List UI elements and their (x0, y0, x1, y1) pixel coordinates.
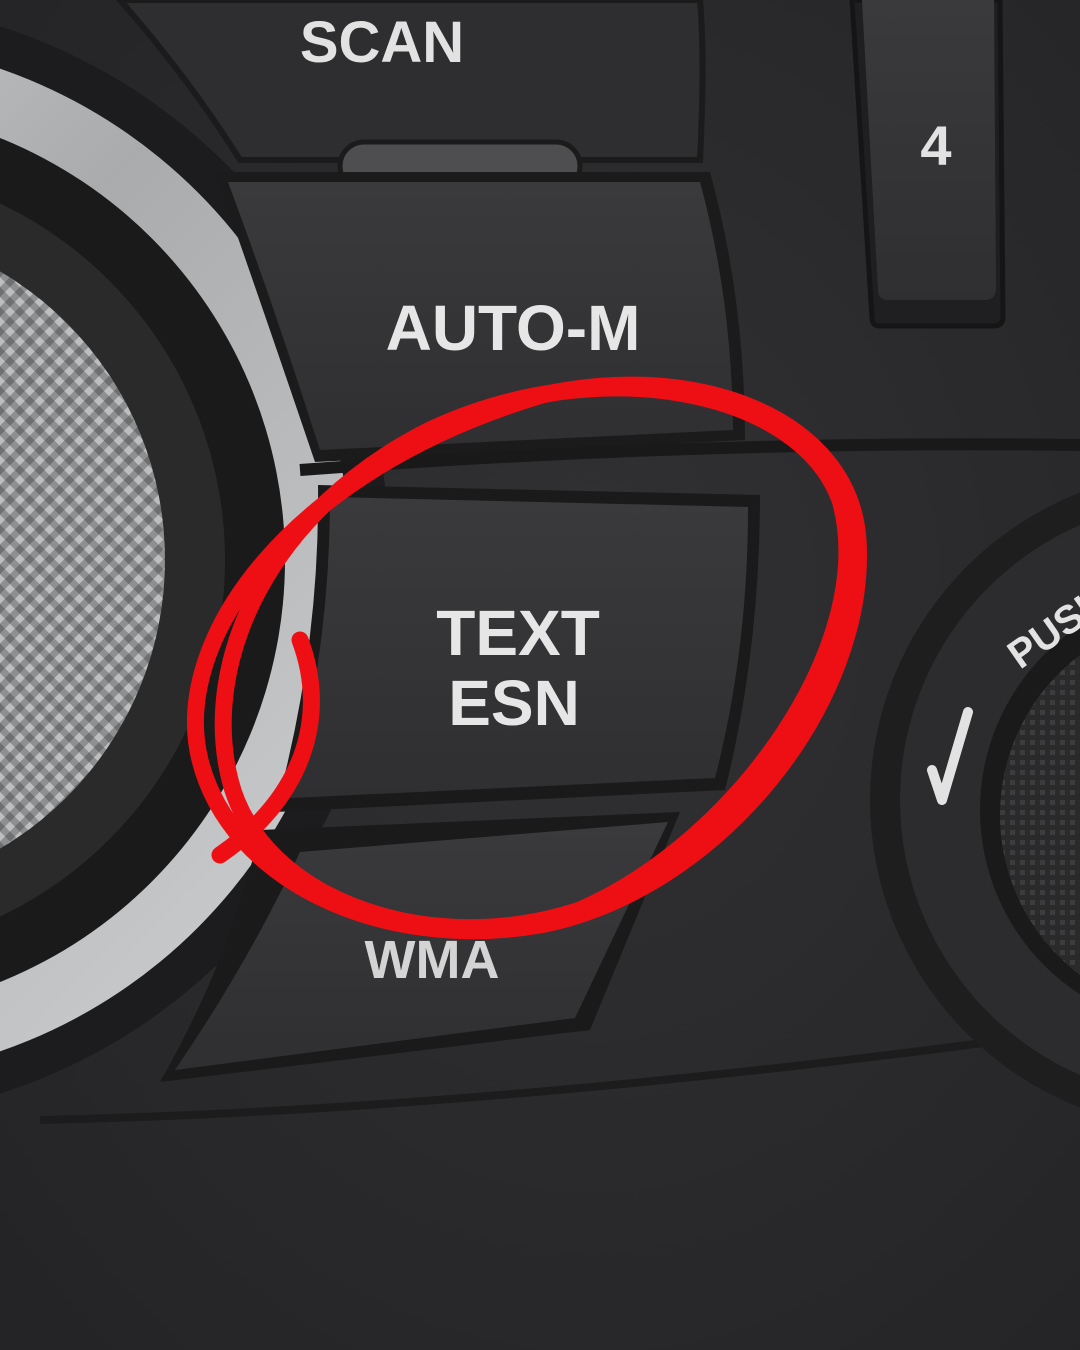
text-esn-button[interactable]: TEXT ESN (275, 485, 760, 812)
radio-panel-photo: SCAN 4 AUTO-M TEXT ESN WMA PUSH (0, 0, 1080, 1350)
car-radio-panel: SCAN 4 AUTO-M TEXT ESN WMA PUSH (0, 0, 1080, 1350)
auto-m-label: AUTO-M (386, 292, 641, 364)
preset-4-label: 4 (920, 114, 951, 177)
text-label: TEXT (436, 597, 600, 669)
scan-label: SCAN (300, 10, 464, 75)
esn-label: ESN (448, 667, 580, 739)
preset-4-button[interactable]: 4 (849, 0, 1006, 329)
